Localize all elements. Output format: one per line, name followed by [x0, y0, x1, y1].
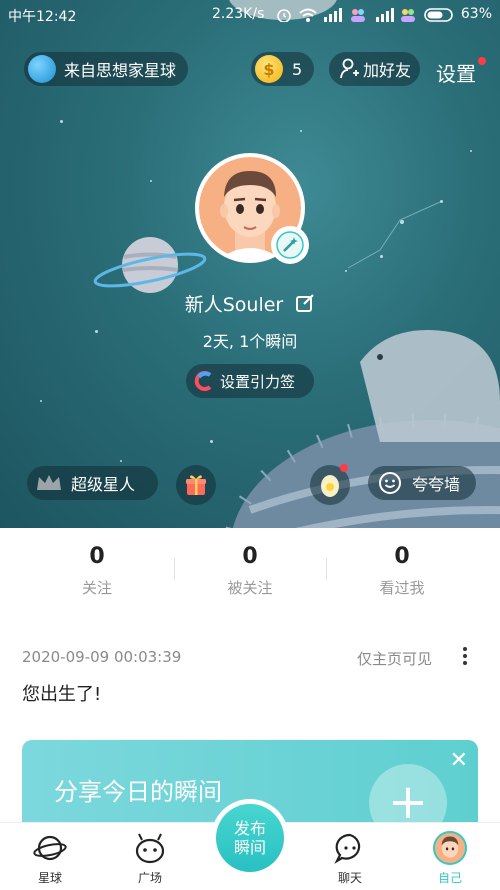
tab-square-label: 广场 [137, 871, 162, 885]
super-star-button[interactable]: 超级星人 [27, 466, 158, 500]
star [40, 400, 42, 402]
stat-visitors[interactable]: 0 看过我 [327, 544, 477, 598]
signal-icon-2 [376, 8, 394, 22]
tab-square[interactable]: 广场 [110, 831, 190, 886]
egg-notification-dot [340, 464, 348, 472]
gift-icon [186, 475, 206, 495]
tab-chat-label: 聊天 [337, 871, 362, 885]
chat-tab-icon [334, 833, 361, 864]
edit-icon[interactable] [295, 293, 315, 313]
post-text: 您出生了! [22, 684, 102, 705]
publish-label-line2: 瞬间 [233, 838, 266, 857]
settings-notification-dot [478, 57, 486, 65]
profile-hero: 中午12:42 2.23K/s 63% 来自思想家星球 $ 5 加好友 设置 新… [0, 0, 500, 528]
star [300, 130, 302, 132]
coins-button[interactable]: $ 5 [251, 52, 314, 86]
edit-avatar-button[interactable] [271, 226, 309, 264]
star [470, 150, 472, 152]
super-star-label: 超级星人 [71, 475, 136, 494]
star [210, 440, 213, 443]
me-avatar-icon [433, 831, 467, 865]
smile-icon [379, 472, 401, 494]
magnet-icon [194, 371, 212, 391]
share-card-title: 分享今日的瞬间 [54, 778, 222, 806]
coins-count: 5 [292, 59, 303, 79]
star [60, 120, 63, 123]
stats-row: 0 关注 0 被关注 0 看过我 [0, 528, 500, 608]
crown-icon [37, 475, 61, 490]
praise-wall-button[interactable]: 夸夸墙 [368, 466, 476, 500]
stat-following[interactable]: 0 关注 [22, 544, 172, 598]
more-options-icon[interactable] [458, 644, 472, 670]
network-speed: 2.23K/s [212, 6, 265, 22]
following-count: 0 [89, 544, 105, 569]
praise-wall-label: 夸夸墙 [412, 475, 461, 494]
followers-count: 0 [242, 544, 258, 569]
signal-icon [324, 8, 342, 22]
battery-icon [424, 8, 453, 22]
status-bar: 中午12:42 2.23K/s 63% [0, 0, 500, 30]
square-tab-icon [135, 833, 165, 864]
stat-followers[interactable]: 0 被关注 [175, 544, 325, 598]
tab-planet-label: 星球 [37, 871, 62, 885]
alarm-icon [277, 9, 291, 22]
star [150, 180, 152, 182]
contacts-icon-2 [401, 9, 415, 22]
following-label: 关注 [81, 579, 112, 597]
add-friend-label: 加好友 [363, 61, 412, 80]
planet-icon [28, 55, 56, 83]
publish-label-line1: 发布 [233, 819, 266, 838]
post-date: 2020-09-09 00:03:39 [22, 648, 182, 666]
username-row: 新人Souler [0, 290, 500, 317]
user-meta: 2天, 1个瞬间 [202, 332, 298, 351]
coin-icon: $ [255, 55, 283, 83]
constellation-decoration [347, 201, 441, 269]
star [120, 460, 122, 462]
tab-me[interactable]: 自己 [410, 831, 490, 886]
origin-planet-button[interactable]: 来自思想家星球 [24, 52, 188, 86]
tab-planet[interactable]: 星球 [10, 831, 90, 886]
username: 新人Souler [184, 294, 284, 316]
tab-me-label: 自己 [437, 871, 462, 885]
add-person-icon [340, 58, 359, 79]
magic-wand-icon [276, 231, 304, 259]
planet-tab-icon [33, 835, 67, 861]
settings-button[interactable]: 设置 [436, 58, 476, 87]
publish-moment-button[interactable]: 发布 瞬间 [216, 804, 284, 872]
stats-divider [326, 558, 327, 580]
egg-icon [321, 475, 339, 497]
tab-chat[interactable]: 聊天 [310, 831, 390, 886]
add-friend-button[interactable]: 加好友 [329, 52, 420, 86]
visitors-label: 看过我 [379, 579, 425, 597]
battery-percent: 63% [460, 6, 492, 22]
close-icon[interactable]: ✕ [450, 748, 468, 773]
set-tag-button[interactable]: 设置引力签 [186, 364, 314, 398]
stats-divider [174, 558, 175, 580]
followers-label: 被关注 [227, 579, 273, 597]
contacts-icon [351, 9, 365, 22]
gift-button[interactable] [176, 465, 216, 505]
status-time: 中午12:42 [8, 9, 77, 25]
wifi-icon [299, 8, 317, 22]
settings-label: 设置 [436, 62, 476, 86]
visitors-count: 0 [394, 544, 410, 569]
post-visibility: 仅主页可见 [357, 650, 433, 668]
origin-planet-label: 来自思想家星球 [64, 61, 177, 80]
set-tag-label: 设置引力签 [220, 372, 296, 391]
